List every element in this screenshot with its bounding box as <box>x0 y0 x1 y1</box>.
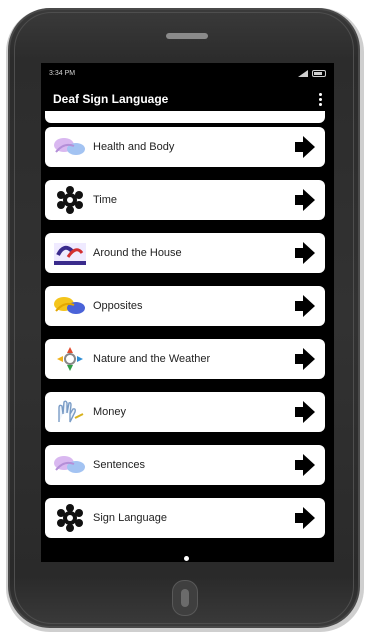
list-item-nature-and-the-weather[interactable]: Nature and the Weather <box>45 339 325 379</box>
arrow-right-icon[interactable] <box>291 187 317 213</box>
list-item-health-and-body[interactable]: Health and Body <box>45 127 325 167</box>
status-bar: 3:34 PM <box>41 63 334 83</box>
hands-sign-icon <box>51 291 89 321</box>
arrow-right-icon[interactable] <box>291 346 317 372</box>
list-item-time[interactable]: Time <box>45 180 325 220</box>
list-item-money[interactable]: Money <box>45 392 325 432</box>
item-label: Money <box>93 406 127 418</box>
hand-sketch-icon <box>51 397 89 427</box>
more-vert-icon[interactable] <box>315 89 326 110</box>
list-item-sentences[interactable]: Sentences <box>45 445 325 485</box>
weather-sign-icon <box>51 344 89 374</box>
gear-icon <box>51 185 89 215</box>
signal-icon <box>298 69 308 77</box>
hands-sign-icon <box>51 450 89 480</box>
arrow-right-icon[interactable] <box>291 399 317 425</box>
list-item-sign-language[interactable]: Sign Language <box>45 498 325 538</box>
arrow-right-icon[interactable] <box>291 240 317 266</box>
list-item-opposites[interactable]: Opposites <box>45 286 325 326</box>
item-label: Time <box>93 194 118 206</box>
house-sign-icon <box>51 238 89 268</box>
arrow-right-icon[interactable] <box>291 505 317 531</box>
hands-sign-icon <box>51 132 89 162</box>
screen: 3:34 PM Deaf Sign Language Health and Bo… <box>41 63 334 562</box>
home-button[interactable] <box>172 580 198 616</box>
scroll-indicator <box>184 556 189 561</box>
battery-icon <box>312 69 326 77</box>
item-label: Opposites <box>93 300 143 312</box>
item-label: Health and Body <box>93 141 175 153</box>
gear-icon <box>51 503 89 533</box>
app-title: Deaf Sign Language <box>53 92 169 106</box>
list-item-partial[interactable] <box>45 111 325 123</box>
status-icons <box>298 69 326 77</box>
arrow-right-icon[interactable] <box>291 452 317 478</box>
item-label: Around the House <box>93 247 182 259</box>
item-label: Nature and the Weather <box>93 353 211 365</box>
arrow-right-icon[interactable] <box>291 134 317 160</box>
list-item-around-the-house[interactable]: Around the House <box>45 233 325 273</box>
item-label: Sentences <box>93 459 145 471</box>
speaker-grille <box>166 33 208 39</box>
status-time: 3:34 PM <box>49 69 76 77</box>
arrow-right-icon[interactable] <box>291 293 317 319</box>
item-label: Sign Language <box>93 512 168 524</box>
